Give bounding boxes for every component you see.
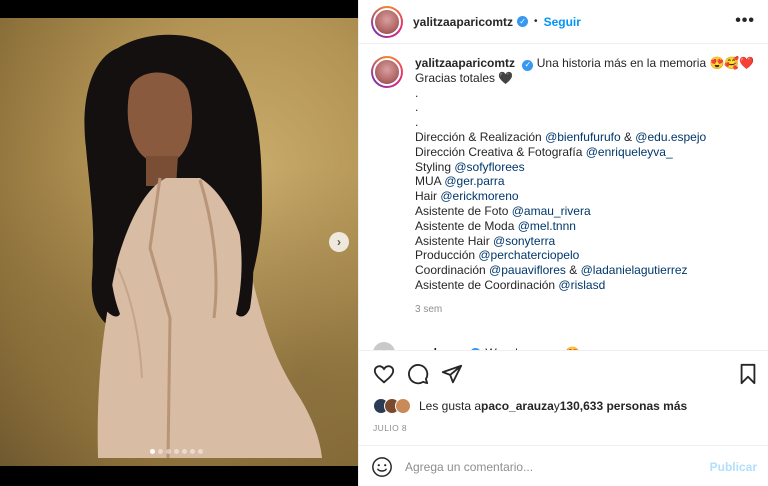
credit-joiner: & bbox=[620, 130, 636, 145]
carousel-dot bbox=[174, 449, 179, 454]
likes-summary[interactable]: Les gusta a paco_arauza y 130,633 person… bbox=[373, 398, 687, 414]
likes-count-link[interactable]: 130,633 personas más bbox=[560, 399, 687, 413]
post-media: › bbox=[0, 0, 358, 486]
mention-link[interactable]: @ger.parra bbox=[444, 174, 504, 188]
verified-icon: ✓ bbox=[517, 16, 529, 27]
follow-button[interactable]: Seguir bbox=[544, 15, 581, 29]
credit-label: Coordinación bbox=[415, 263, 490, 278]
caption-dot: . bbox=[415, 115, 419, 130]
liker-avatars bbox=[373, 398, 411, 414]
credit-label: Asistente Hair bbox=[415, 233, 494, 248]
caption-first-line: yalitzaaparicomtz ✓ Una historia más en … bbox=[415, 56, 755, 71]
caption-thanks: Gracias totales 🖤 bbox=[415, 70, 514, 85]
carousel-dots bbox=[150, 449, 203, 454]
credit-label: Dirección & Realización bbox=[415, 130, 546, 145]
mention-link[interactable]: @bienfufurufo bbox=[545, 130, 621, 144]
carousel-dot bbox=[182, 449, 187, 454]
more-options-icon[interactable]: ••• bbox=[735, 12, 755, 30]
author-username[interactable]: yalitzaaparicomtz bbox=[413, 15, 513, 29]
comment-input[interactable] bbox=[405, 459, 702, 474]
caption-row: yalitzaaparicomtz ✓ Una historia más en … bbox=[371, 56, 757, 318]
credit-line: Asistente de Coordinación @rislasd bbox=[415, 278, 755, 293]
caption-timestamp[interactable]: 3 sem bbox=[415, 303, 755, 318]
mention-link[interactable]: @ladanielagutierrez bbox=[581, 263, 688, 277]
heart-icon[interactable] bbox=[373, 363, 395, 385]
likes-prefix: Les gusta a bbox=[419, 399, 482, 413]
mention-link[interactable]: @perchaterciopelo bbox=[478, 248, 579, 262]
mention-link[interactable]: @sofyflorees bbox=[454, 160, 524, 174]
carousel-dot bbox=[198, 449, 203, 454]
caption-dot: . bbox=[415, 100, 419, 115]
post-sidebar: yalitzaaparicomtz ✓ • Seguir ••• yalitza… bbox=[358, 0, 768, 486]
next-arrow-icon[interactable]: › bbox=[329, 232, 349, 252]
credit-label: Asistente de Coordinación bbox=[415, 278, 559, 293]
action-section: Les gusta a paco_arauza y 130,633 person… bbox=[359, 350, 768, 486]
verified-icon: ✓ bbox=[522, 59, 534, 71]
mention-link[interactable]: @amau_rivera bbox=[512, 204, 591, 218]
credit-label: Styling bbox=[415, 159, 455, 174]
caption-body: yalitzaaparicomtz ✓ Una historia más en … bbox=[415, 56, 755, 318]
avatar-image bbox=[373, 58, 401, 86]
publish-button[interactable]: Publicar bbox=[710, 460, 757, 474]
credit-line: Coordinación @pauaviflores & @ladanielag… bbox=[415, 263, 755, 278]
emoji-icon[interactable] bbox=[371, 456, 393, 478]
credit-line: Asistente Hair @sonyterra bbox=[415, 234, 755, 249]
likes-user-link[interactable]: paco_arauza bbox=[481, 399, 554, 413]
bookmark-icon[interactable] bbox=[737, 363, 759, 385]
mention-link[interactable]: @edu.espejo bbox=[635, 130, 706, 144]
credit-line: Dirección & Realización @bienfufurufo & … bbox=[415, 130, 755, 145]
liker-avatar bbox=[395, 398, 411, 414]
add-comment-bar: Publicar bbox=[359, 445, 768, 486]
credit-label: Asistente de Moda bbox=[415, 218, 518, 233]
carousel-dot bbox=[166, 449, 171, 454]
credit-joiner: & bbox=[565, 263, 581, 278]
post-photo[interactable] bbox=[0, 18, 358, 466]
caption-dot: . bbox=[415, 85, 419, 100]
portrait-figure bbox=[84, 34, 322, 459]
credit-line: MUA @ger.parra bbox=[415, 174, 755, 189]
post-header: yalitzaaparicomtz ✓ • Seguir ••• bbox=[359, 0, 768, 44]
credit-label: Hair bbox=[415, 189, 441, 204]
separator: • bbox=[534, 16, 538, 27]
share-icon[interactable] bbox=[441, 363, 463, 385]
avatar-image bbox=[373, 7, 401, 36]
action-bar bbox=[373, 363, 463, 385]
post-date[interactable]: JULIO 8 bbox=[373, 423, 407, 433]
credit-label: MUA bbox=[415, 174, 445, 189]
credit-line: Asistente de Foto @amau_rivera bbox=[415, 204, 755, 219]
mention-link[interactable]: @erickmoreno bbox=[440, 189, 518, 203]
credit-label: Dirección Creativa & Fotografía bbox=[415, 144, 586, 159]
caption-username[interactable]: yalitzaaparicomtz bbox=[415, 56, 515, 70]
mention-link[interactable]: @sonyterra bbox=[493, 234, 555, 248]
author-avatar[interactable] bbox=[371, 5, 403, 38]
credit-line: Asistente de Moda @mel.tnnn bbox=[415, 219, 755, 234]
credit-line: Styling @sofyflorees bbox=[415, 160, 755, 175]
mention-link[interactable]: @rislasd bbox=[558, 278, 605, 292]
carousel-dot bbox=[158, 449, 163, 454]
credit-line: Hair @erickmoreno bbox=[415, 189, 755, 204]
mention-link[interactable]: @mel.tnnn bbox=[518, 219, 576, 233]
caption-avatar[interactable] bbox=[371, 56, 403, 88]
comment-icon[interactable] bbox=[407, 363, 429, 385]
credit-line: Producción @perchaterciopelo bbox=[415, 248, 755, 263]
credit-line: Dirección Creativa & Fotografía @enrique… bbox=[415, 145, 755, 160]
carousel-dot bbox=[190, 449, 195, 454]
carousel-dot bbox=[150, 449, 155, 454]
credit-label: Asistente de Foto bbox=[415, 204, 512, 219]
credit-label: Producción bbox=[415, 248, 479, 263]
caption-intro: Una historia más en la memoria 😍🥰❤️ bbox=[536, 56, 755, 70]
caption-area: yalitzaaparicomtz ✓ Una historia más en … bbox=[359, 46, 768, 348]
mention-link[interactable]: @pauaviflores bbox=[489, 263, 566, 277]
mention-link[interactable]: @enriqueleyva_ bbox=[586, 145, 673, 159]
